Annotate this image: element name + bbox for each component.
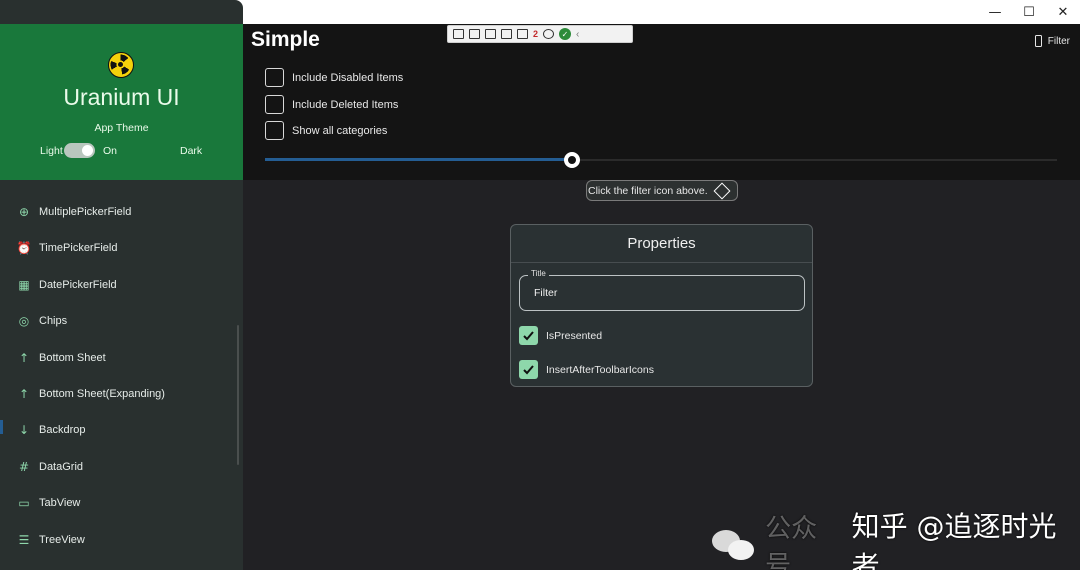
camera-icon[interactable] xyxy=(469,29,480,39)
selection-indicator xyxy=(0,420,3,434)
app-theme-label: App Theme xyxy=(94,122,149,134)
checkmark-icon xyxy=(523,331,534,341)
show-all-categories-label: Show all categories xyxy=(292,124,388,137)
track-focus-icon[interactable] xyxy=(517,29,528,39)
sidebar-item-label: Chips xyxy=(39,315,68,327)
is-presented-checkbox-row[interactable]: IsPresented xyxy=(519,326,602,345)
watermark-text: 知乎 @追逐时光者 xyxy=(851,510,1057,570)
sidebar-item-chips[interactable]: ◎ Chips xyxy=(18,311,67,331)
accessibility-icon[interactable] xyxy=(543,29,555,39)
watermark: 公众号 知乎 @追逐时光者 xyxy=(712,505,1080,570)
sidebar-item-label: Bottom Sheet xyxy=(39,352,106,364)
hash-icon: # xyxy=(18,460,30,474)
arrow-up-icon: ↑ xyxy=(18,387,30,401)
sidebar-scrollbar[interactable] xyxy=(237,325,239,465)
title-field-label: Title xyxy=(528,269,549,278)
title-field[interactable]: Title xyxy=(519,269,805,311)
include-deleted-checkbox-row[interactable]: Include Deleted Items xyxy=(265,95,398,114)
include-deleted-label: Include Deleted Items xyxy=(292,98,399,111)
insert-after-toolbar-icons-label: InsertAfterToolbarIcons xyxy=(546,363,654,376)
collapse-chevron-icon[interactable]: ‹ xyxy=(576,29,579,40)
minimize-button[interactable]: — xyxy=(978,0,1012,24)
debug-toolbar: 2 ✓ ‹ xyxy=(447,25,633,43)
eraser-icon xyxy=(713,182,731,199)
include-disabled-checkbox-row[interactable]: Include Disabled Items xyxy=(265,68,403,87)
tab-icon: ▭ xyxy=(18,496,30,510)
wechat-logo-icon xyxy=(712,528,755,562)
sidebar-item-label: DataGrid xyxy=(39,461,84,473)
is-presented-label: IsPresented xyxy=(546,329,603,342)
title-input[interactable] xyxy=(534,287,774,299)
sidebar-item-label: Bottom Sheet(Expanding) xyxy=(39,388,165,400)
alarm-clock-icon: ⏰ xyxy=(16,241,32,255)
include-deleted-checkbox[interactable] xyxy=(265,95,284,114)
app-name: Uranium UI xyxy=(63,84,180,110)
phone-icon xyxy=(1034,35,1042,47)
theme-on-label: On xyxy=(103,145,118,157)
insert-after-toolbar-icons-checkbox-row[interactable]: InsertAfterToolbarIcons xyxy=(519,360,654,379)
filter-label: Filter xyxy=(1047,35,1070,47)
sidebar-item-label: TabView xyxy=(39,497,81,509)
check-ok-icon[interactable]: ✓ xyxy=(559,28,572,40)
sidebar: Uranium UI App Theme Light On Dark ⊕ Mul… xyxy=(0,0,243,570)
calendar-icon: ▦ xyxy=(18,278,30,292)
toggle-knob xyxy=(82,145,93,156)
sidebar-item-date-picker-field[interactable]: ▦ DatePickerField xyxy=(18,275,117,295)
select-element-icon[interactable] xyxy=(485,29,496,39)
filter-toolbar-button[interactable]: Filter xyxy=(1034,35,1070,47)
display-layout-icon[interactable] xyxy=(501,29,512,39)
filter-slider[interactable] xyxy=(265,150,1057,170)
filter-header-panel: Simple Filter Include Disabled Items Inc… xyxy=(243,24,1080,180)
filter-hint-tooltip: Click the filter icon above. xyxy=(586,180,738,201)
filter-hint-text: Click the filter icon above. xyxy=(588,184,708,197)
slider-thumb[interactable] xyxy=(564,152,581,168)
arrow-up-icon: ↑ xyxy=(18,351,30,365)
include-disabled-checkbox[interactable] xyxy=(265,68,284,87)
target-icon: ◎ xyxy=(18,314,30,328)
sidebar-item-label: TreeView xyxy=(39,534,85,546)
main-content: Simple Filter Include Disabled Items Inc… xyxy=(243,24,1080,570)
sidebar-item-backdrop[interactable]: ↓ Backdrop xyxy=(18,420,86,440)
window-controls: — ☐ ✕ xyxy=(978,0,1080,24)
sidebar-item-label: DatePickerField xyxy=(39,279,117,291)
theme-toggle[interactable] xyxy=(64,143,95,158)
checkmark-icon xyxy=(523,365,534,375)
sidebar-item-label: Backdrop xyxy=(39,424,86,436)
live-tree-icon[interactable] xyxy=(453,29,464,39)
sidebar-item-label: MultiplePickerField xyxy=(39,206,132,218)
include-disabled-label: Include Disabled Items xyxy=(292,71,404,84)
sidebar-item-bottom-sheet-expanding[interactable]: ↑ Bottom Sheet(Expanding) xyxy=(18,384,165,404)
theme-dark-label: Dark xyxy=(180,145,203,157)
sidebar-item-tree-view[interactable]: ☰ TreeView xyxy=(18,530,85,550)
sidebar-item-time-picker-field[interactable]: ⏰ TimePickerField xyxy=(16,238,118,258)
binding-errors-badge[interactable]: 2 xyxy=(533,29,538,39)
close-button[interactable]: ✕ xyxy=(1046,0,1080,24)
maximize-button[interactable]: ☐ xyxy=(1012,0,1046,24)
sidebar-item-label: TimePickerField xyxy=(39,242,118,254)
theme-light-label: Light xyxy=(40,145,63,157)
show-all-categories-checkbox[interactable] xyxy=(265,121,284,140)
sidebar-item-data-grid[interactable]: # DataGrid xyxy=(18,457,83,477)
sidebar-header: Uranium UI App Theme Light On Dark xyxy=(0,24,243,180)
theme-switch-row: Light On Dark xyxy=(40,143,210,159)
sidebar-item-multiple-picker-field[interactable]: ⊕ MultiplePickerField xyxy=(18,202,131,222)
show-all-categories-checkbox-row[interactable]: Show all categories xyxy=(265,121,387,140)
is-presented-checkbox[interactable] xyxy=(519,326,538,345)
plus-circle-icon: ⊕ xyxy=(18,205,30,219)
radiation-logo-icon xyxy=(108,52,134,78)
tree-list-icon: ☰ xyxy=(18,533,30,547)
properties-card: Properties Title IsPresented InsertAfter… xyxy=(510,224,813,387)
watermark-prefix: 公众号 xyxy=(765,514,818,570)
arrow-down-icon: ↓ xyxy=(18,423,30,437)
sidebar-item-tab-view[interactable]: ▭ TabView xyxy=(18,493,80,513)
insert-after-toolbar-icons-checkbox[interactable] xyxy=(519,360,538,379)
slider-fill xyxy=(265,158,573,161)
page-title: Simple xyxy=(251,28,320,51)
sidebar-item-bottom-sheet[interactable]: ↑ Bottom Sheet xyxy=(18,348,106,368)
properties-divider xyxy=(511,262,812,263)
properties-title: Properties xyxy=(627,235,696,252)
